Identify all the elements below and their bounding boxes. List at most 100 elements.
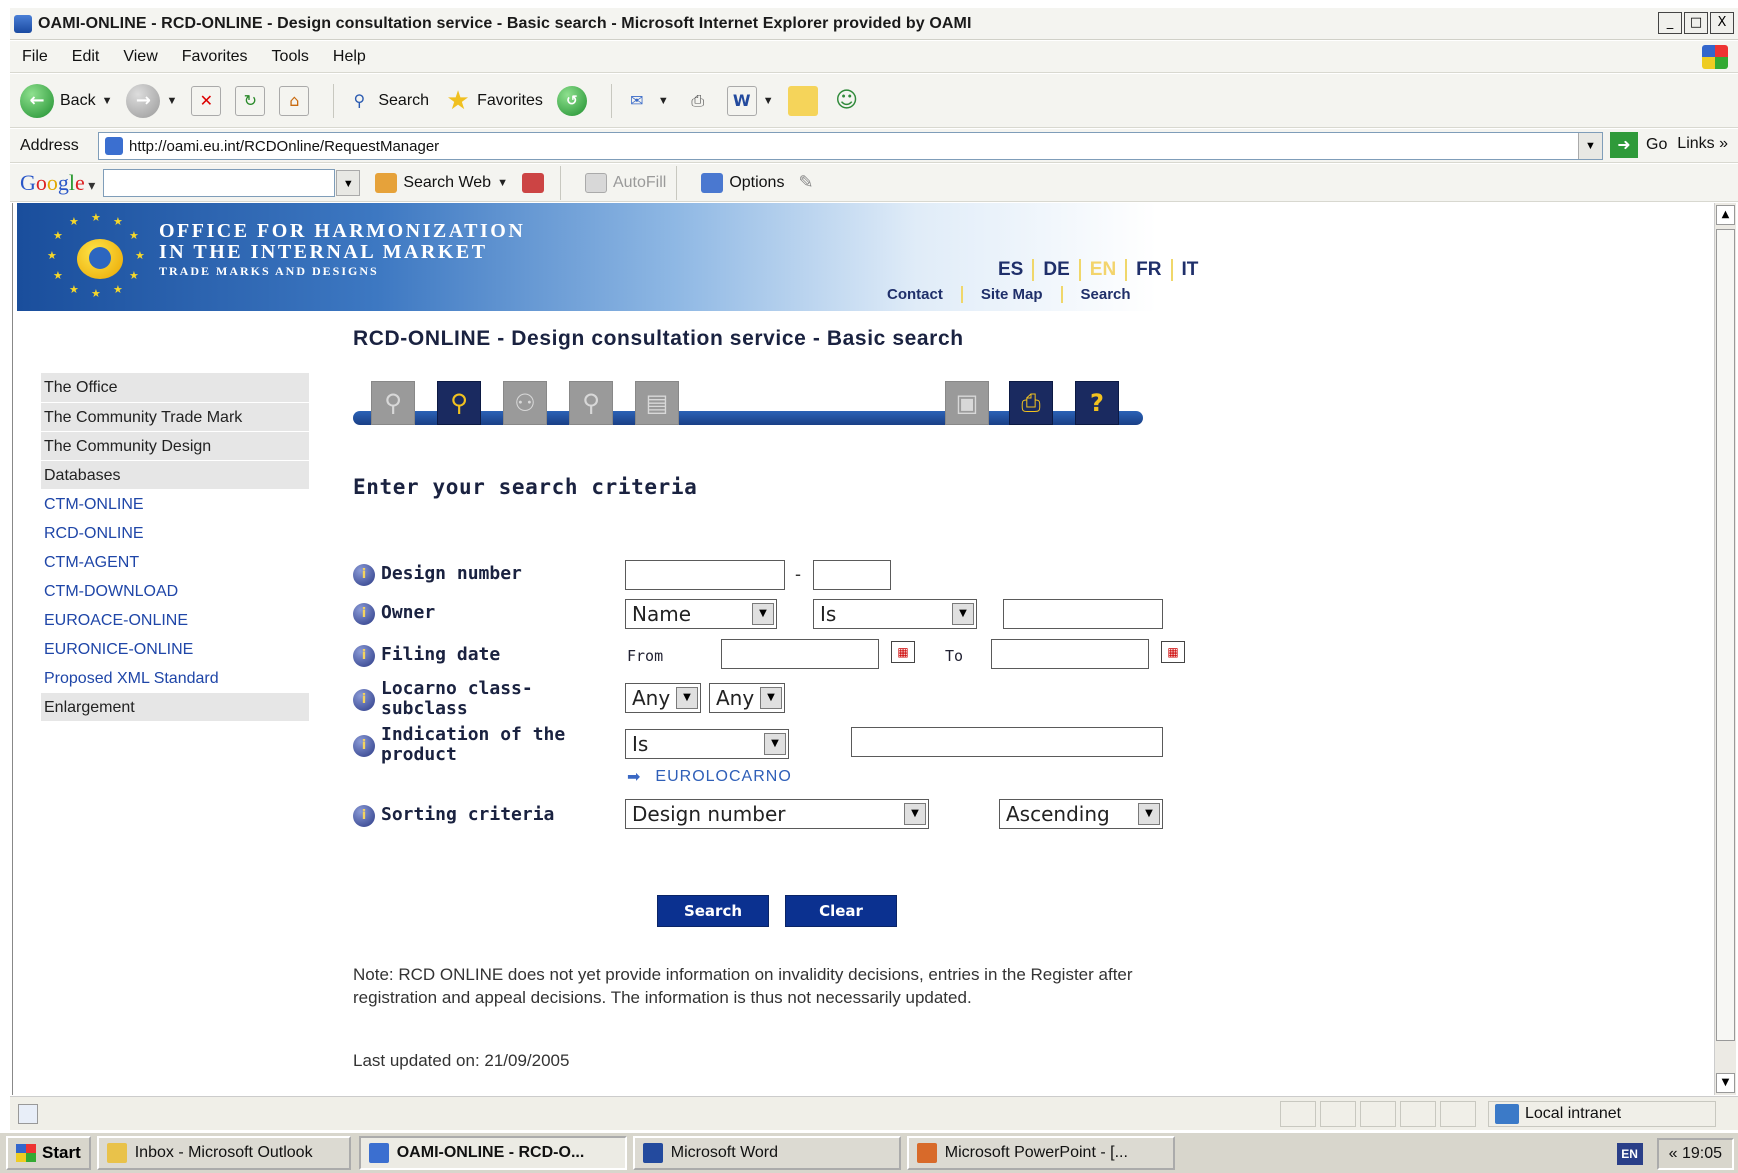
language-es[interactable]: ES xyxy=(989,259,1035,281)
mail-button[interactable]: ✉ ▼ xyxy=(622,86,669,116)
autofill-button[interactable]: AutoFill xyxy=(584,172,666,193)
owner-operator-select[interactable]: Is ▼ xyxy=(813,599,977,629)
contact-link[interactable]: Contact xyxy=(869,286,963,303)
locarno-subclass-select[interactable]: Any ▼ xyxy=(709,683,785,713)
indication-operator-select[interactable]: Is ▼ xyxy=(625,729,789,759)
maximize-button[interactable]: □ xyxy=(1684,12,1708,34)
google-logo[interactable]: Google ▾ xyxy=(20,170,95,196)
search-button[interactable]: ⚲ Search xyxy=(344,86,430,116)
messenger-button[interactable]: ☺ xyxy=(832,86,862,116)
sorting-field-select[interactable]: Design number ▼ xyxy=(625,799,929,829)
language-fr[interactable]: FR xyxy=(1127,259,1173,281)
filing-date-from-input[interactable] xyxy=(721,639,879,669)
owner-search-icon[interactable]: ⚇ xyxy=(503,381,547,425)
minimize-button[interactable]: _ xyxy=(1658,12,1682,34)
info-icon[interactable]: i xyxy=(353,603,375,625)
taskbar-item-ie[interactable]: OAMI-ONLINE - RCD-O... xyxy=(358,1136,627,1170)
info-icon[interactable]: i xyxy=(353,689,375,711)
print-button[interactable]: ⎙ xyxy=(683,86,713,116)
language-en[interactable]: EN xyxy=(1081,259,1128,281)
stop-button[interactable]: ✕ xyxy=(191,85,222,116)
menu-tools[interactable]: Tools xyxy=(260,48,321,66)
go-button[interactable]: ➜ Go xyxy=(1610,132,1667,158)
taskbar-item-powerpoint[interactable]: Microsoft PowerPoint - [... xyxy=(906,1136,1175,1170)
menu-view[interactable]: View xyxy=(111,48,169,66)
menu-help[interactable]: Help xyxy=(321,48,378,66)
site-map-link[interactable]: Site Map xyxy=(963,286,1063,303)
sidebar-item-rcd-online[interactable]: RCD-ONLINE xyxy=(41,518,309,547)
indication-value-input[interactable] xyxy=(851,727,1163,757)
favorites-button[interactable]: ★ Favorites xyxy=(443,86,542,116)
sidebar-item-proposed-xml-standard[interactable]: Proposed XML Standard xyxy=(41,663,309,692)
sidebar-item-ctm-download[interactable]: CTM-DOWNLOAD xyxy=(41,576,309,605)
refresh-button[interactable]: ↻ xyxy=(235,85,266,116)
menu-file[interactable]: File xyxy=(10,48,60,66)
links-button[interactable]: Links » xyxy=(1677,135,1728,153)
owner-field-select[interactable]: Name ▼ xyxy=(625,599,777,629)
chevron-down-icon[interactable]: ▼ xyxy=(336,169,361,196)
scroll-down-icon[interactable]: ▼ xyxy=(1716,1073,1735,1093)
scroll-thumb[interactable] xyxy=(1716,229,1735,1041)
address-input[interactable]: http://oami.eu.int/RCDOnline/RequestMana… xyxy=(98,132,1603,160)
print-icon[interactable]: ⎙ xyxy=(1009,381,1053,425)
advanced-search-icon[interactable]: ⚲ xyxy=(437,381,481,425)
locarno-class-select[interactable]: Any ▼ xyxy=(625,683,701,713)
site-search-link[interactable]: Search xyxy=(1063,286,1149,303)
magnifier-icon[interactable]: ⚲ xyxy=(371,381,415,425)
help-icon[interactable]: ? xyxy=(1075,381,1119,425)
taskbar-item-outlook[interactable]: Inbox - Microsoft Outlook xyxy=(96,1136,351,1170)
design-number-input-2[interactable] xyxy=(813,560,891,590)
document-icon[interactable]: ▤ xyxy=(635,381,679,425)
scroll-up-icon[interactable]: ▲ xyxy=(1716,205,1735,225)
info-icon[interactable]: i xyxy=(353,735,375,757)
sidebar-item-community-design[interactable]: The Community Design xyxy=(41,431,309,460)
menu-edit[interactable]: Edit xyxy=(60,48,112,66)
info-icon[interactable]: i xyxy=(353,645,375,667)
info-icon[interactable]: i xyxy=(353,564,375,586)
design-number-input-1[interactable] xyxy=(625,560,785,590)
sidebar-item-enlargement[interactable]: Enlargement xyxy=(41,692,309,721)
sidebar-item-euronice-online[interactable]: EURONICE-ONLINE xyxy=(41,634,309,663)
sidebar-item-ctm-agent[interactable]: CTM-AGENT xyxy=(41,547,309,576)
search-web-button[interactable]: Search Web ▼ xyxy=(375,172,508,193)
news-button[interactable] xyxy=(521,172,550,193)
chevron-down-icon: ▼ xyxy=(952,603,974,625)
filing-date-to-input[interactable] xyxy=(991,639,1149,669)
sidebar-item-community-trade-mark[interactable]: The Community Trade Mark xyxy=(41,402,309,431)
info-icon[interactable]: i xyxy=(353,805,375,827)
chevron-down-icon[interactable]: ▼ xyxy=(1578,133,1602,159)
language-de[interactable]: DE xyxy=(1034,259,1081,281)
taskbar-item-word[interactable]: Microsoft Word xyxy=(632,1136,901,1170)
google-search-input[interactable]: ▼ xyxy=(103,168,361,197)
options-button[interactable]: Options xyxy=(701,172,784,193)
save-icon[interactable]: ▣ xyxy=(945,381,989,425)
clear-button[interactable]: Clear xyxy=(785,895,897,927)
sorting-order-select[interactable]: Ascending ▼ xyxy=(999,799,1163,829)
home-button[interactable]: ⌂ xyxy=(279,85,310,116)
search-submit-button[interactable]: Search xyxy=(657,895,769,927)
sidebar-item-euroace-online[interactable]: EUROACE-ONLINE xyxy=(41,605,309,634)
zoom-out-icon[interactable]: ⚲ xyxy=(569,381,613,425)
sidebar-item-ctm-online[interactable]: CTM-ONLINE xyxy=(41,489,309,518)
language-it[interactable]: IT xyxy=(1173,259,1208,281)
eurolocarno-link[interactable]: ➡ EUROLOCARNO xyxy=(627,767,792,786)
highlight-button[interactable]: ✎ xyxy=(798,172,813,193)
sidebar-item-the-office[interactable]: The Office xyxy=(41,373,309,402)
start-button[interactable]: Start xyxy=(6,1136,91,1170)
sidebar-item-databases[interactable]: Databases xyxy=(41,460,309,489)
system-tray: EN « 19:05 xyxy=(1616,1137,1734,1171)
vertical-scrollbar[interactable]: ▲ ▼ xyxy=(1714,203,1736,1095)
history-button[interactable]: ↺ xyxy=(556,85,587,116)
forward-button[interactable]: → ▼ xyxy=(126,83,177,118)
close-button[interactable]: X xyxy=(1710,12,1734,34)
language-indicator[interactable]: EN xyxy=(1616,1143,1643,1165)
chevron-down-icon: ▼ xyxy=(760,687,782,709)
edit-word-button[interactable]: W ▼ xyxy=(726,85,774,116)
calendar-icon[interactable]: ▦ xyxy=(891,641,915,663)
folder-button[interactable] xyxy=(787,85,818,116)
owner-value-input[interactable] xyxy=(1003,599,1163,629)
clock[interactable]: « 19:05 xyxy=(1656,1138,1734,1170)
back-button[interactable]: ← Back ▼ xyxy=(20,83,112,118)
calendar-icon[interactable]: ▦ xyxy=(1161,641,1185,663)
menu-favorites[interactable]: Favorites xyxy=(170,48,260,66)
